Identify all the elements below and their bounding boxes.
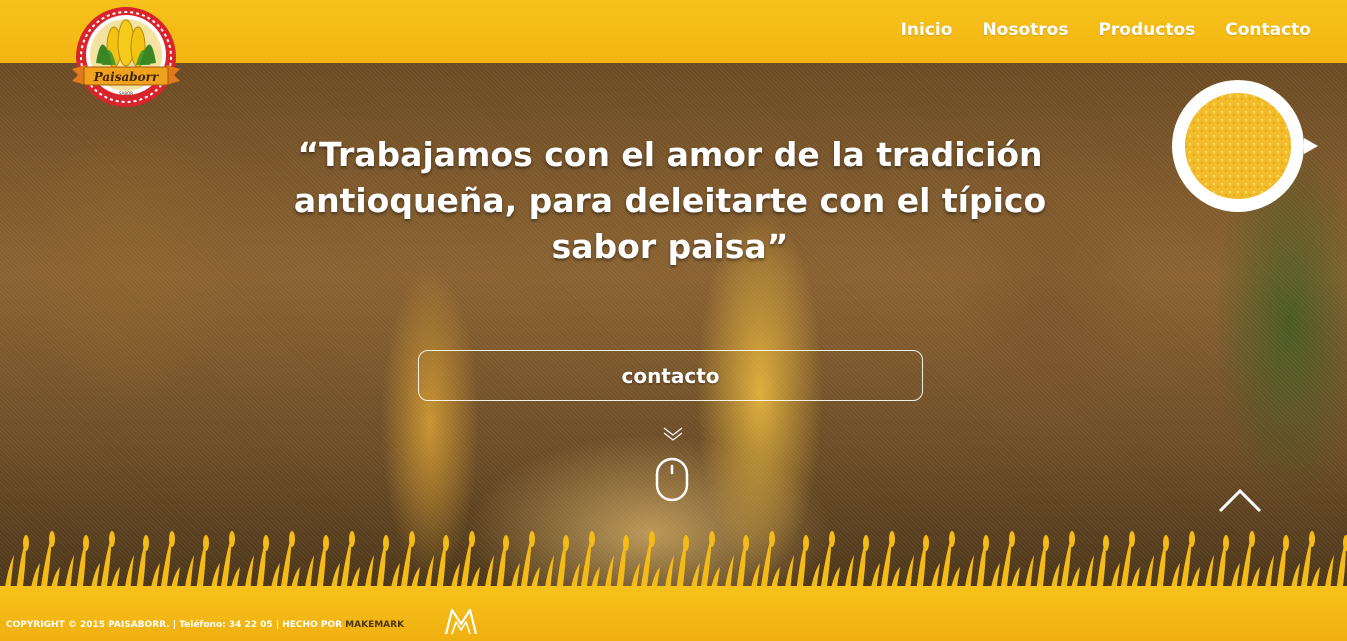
corn-logo-icon[interactable]: Paisaborr SABOR bbox=[72, 5, 184, 109]
nav-productos[interactable]: Productos bbox=[1098, 20, 1195, 40]
nav-contacto[interactable]: Contacto bbox=[1225, 20, 1311, 40]
copyright-text: COPYRIGHT © 2015 PAISABORR. | Teléfono: … bbox=[6, 620, 404, 630]
makemark-link[interactable]: MAKEMARK bbox=[345, 620, 404, 630]
svg-text:SABOR: SABOR bbox=[119, 91, 133, 96]
wheat-decoration bbox=[0, 527, 1347, 593]
quote-line-1: “Trabajamos con el amor de la tradición bbox=[297, 135, 1043, 174]
contact-button[interactable]: contacto bbox=[418, 350, 923, 401]
corn-flour-bowl-image bbox=[1172, 80, 1318, 212]
nav-inicio[interactable]: Inicio bbox=[901, 20, 953, 40]
site-header: Inicio Nosotros Productos Contacto bbox=[0, 0, 1347, 63]
hero-quote: “Trabajamos con el amor de la tradición … bbox=[220, 132, 1120, 270]
svg-text:Paisaborr: Paisaborr bbox=[93, 70, 160, 84]
chevron-up-icon[interactable] bbox=[1217, 487, 1263, 515]
makemark-logo-icon[interactable] bbox=[444, 606, 478, 636]
site-footer: COPYRIGHT © 2015 PAISABORR. | Teléfono: … bbox=[0, 586, 1347, 641]
chevron-down-icon[interactable] bbox=[662, 426, 684, 442]
nav-nosotros[interactable]: Nosotros bbox=[982, 20, 1068, 40]
main-nav: Inicio Nosotros Productos Contacto bbox=[901, 20, 1311, 40]
copyright-label: COPYRIGHT © 2015 PAISABORR. | Teléfono: … bbox=[6, 620, 346, 630]
quote-line-2: antioqueña, para deleitarte con el típic… bbox=[293, 181, 1047, 220]
quote-line-3: sabor paisa” bbox=[551, 227, 789, 266]
mouse-scroll-icon[interactable] bbox=[655, 457, 689, 502]
